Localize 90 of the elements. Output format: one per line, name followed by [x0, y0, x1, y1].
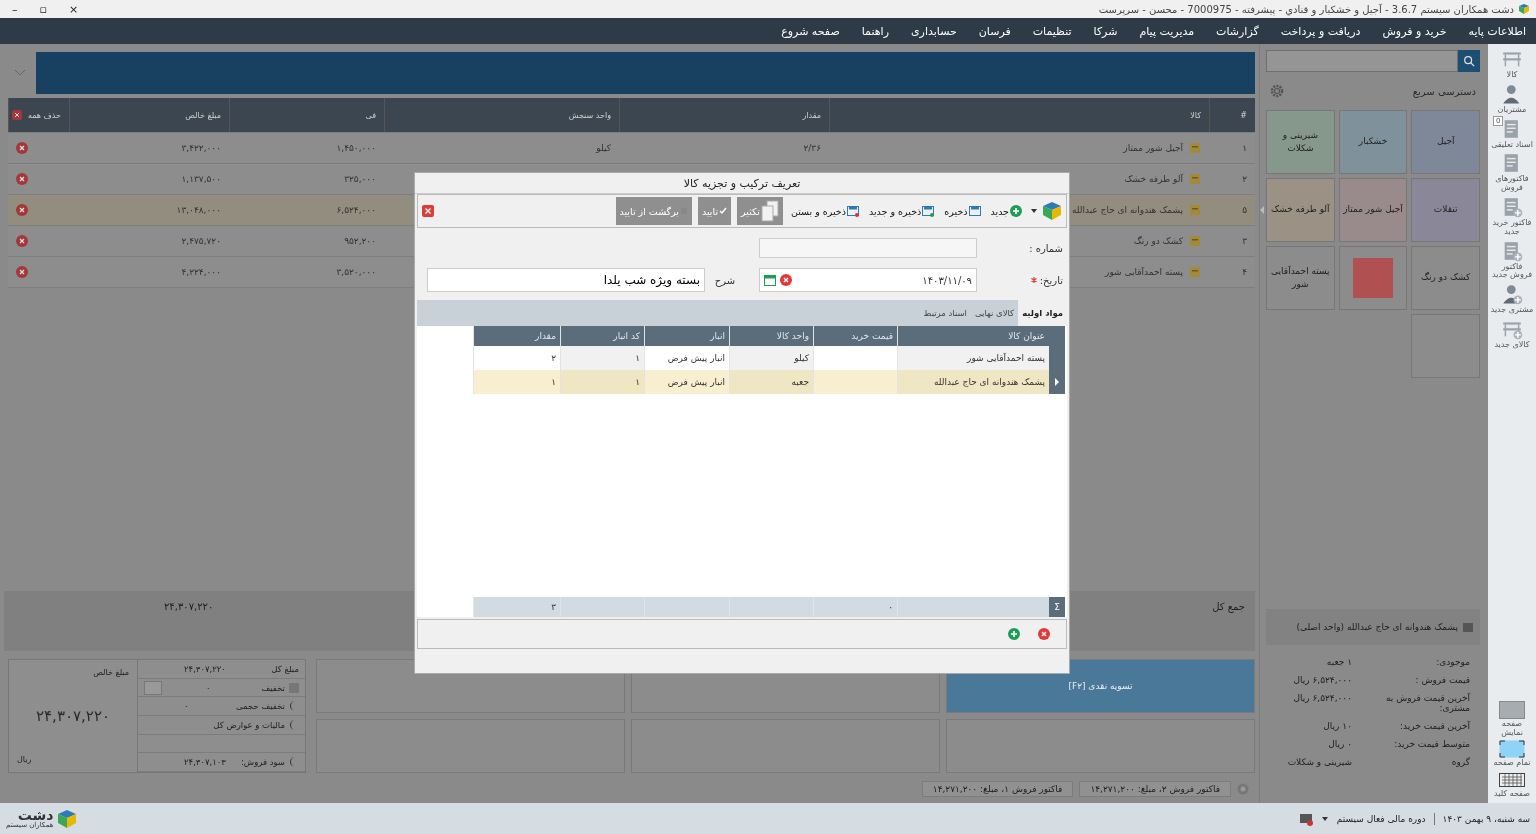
- table-cell-text: ۳,۴۲۲,۰۰۰: [180, 143, 222, 153]
- summary-value: ۰: [205, 682, 211, 693]
- info-value: ۱۰ ریال: [1323, 721, 1352, 731]
- column-header: واحد سنجش: [384, 98, 619, 132]
- field-label: شماره :: [1028, 242, 1063, 254]
- table-cell: ۱: [635, 353, 640, 363]
- summary-label: مالیات و عوارض کل: [213, 719, 285, 730]
- table-cell: ۱: [635, 377, 640, 387]
- sum-symbol: Σ: [1049, 597, 1065, 617]
- table-cell: پشمک هندوانه ای حاج عبدالله: [933, 377, 1045, 387]
- info-label: آخرین قیمت خرید:: [1399, 721, 1470, 731]
- sidebar-label: کالا: [1506, 71, 1518, 80]
- summary-value: ۲۴,۳۰۷,۱۰۳: [183, 757, 226, 768]
- total-cell: ۰: [888, 602, 893, 612]
- field-label: شرح: [713, 274, 737, 286]
- table-cell-text: ۲,۴۷۵,۷۲۰: [180, 236, 222, 246]
- info-value: ۱ جعبه: [1326, 657, 1352, 667]
- table-cell-text: ۳: [1241, 236, 1248, 246]
- info-label: موجودی:: [1435, 657, 1470, 667]
- table-cell-text: ۵: [1241, 205, 1248, 215]
- column-header: #: [1209, 98, 1255, 132]
- table-cell: کیلو: [596, 143, 611, 153]
- table-cell-text: ۳,۵۲۰,۰۰۰: [335, 267, 377, 277]
- item-title: پشمک هندوانه ای حاج عبدالله (واحد اصلی): [1296, 622, 1458, 632]
- column-header: فی: [229, 98, 384, 132]
- table-cell-text: ۳۲۵,۰۰۰: [343, 174, 377, 184]
- sidebar-label: کالای جدید: [1494, 340, 1530, 350]
- table-cell: ۲/۳۶: [803, 143, 821, 153]
- info-label: متوسط قیمت خرید:: [1393, 739, 1470, 749]
- table-cell-text: ۱۳,۰۴۸,۰۰۰: [175, 205, 222, 215]
- sidebar-label: تمام صفحه: [1493, 759, 1531, 769]
- table-cell: کشک دو رنگ: [1133, 236, 1183, 246]
- table-cell: انبار پیش فرض: [667, 353, 725, 363]
- total-value: ۲۴,۳۰۷,۲۲۰: [163, 601, 214, 612]
- info-value: شیرینی و شکلات: [1287, 757, 1352, 767]
- info-label: گروه: [1450, 757, 1470, 767]
- field-label: تاریخ:: [1039, 274, 1063, 286]
- dialog-title: تعریف ترکیب و تجزیه کالا: [415, 173, 1069, 194]
- table-cell: آلو طرفه خشک: [1124, 174, 1183, 184]
- sidebar-label: مشتریان: [1497, 105, 1527, 115]
- table-cell-text: ۲: [1241, 174, 1248, 184]
- table-cell-text: ۶,۵۲۴,۰۰۰: [335, 205, 377, 215]
- table-cell-text: ۴: [1241, 267, 1248, 277]
- table-cell: پشمک هندوانه ای حاج عبدالله: [1071, 205, 1183, 215]
- sidebar-label: صفحه نمایش: [1500, 719, 1524, 738]
- info-value: ۶,۵۲۴,۰۰۰ ریال: [1293, 675, 1352, 685]
- sidebar-label: فاکتور خرید جدید: [1491, 219, 1533, 237]
- table-cell: انبار پیش فرض: [667, 377, 725, 387]
- summary-label: مبلغ کل: [271, 663, 299, 674]
- table-cell-text: ۱,۴۵۰,۰۰۰: [335, 143, 377, 153]
- table-cell: کیلو: [794, 353, 809, 363]
- sidebar-label: فاکتورهای فروش: [1494, 175, 1530, 193]
- sidebar-label: اسناد تعلیقی: [1491, 140, 1533, 150]
- status-date: سه شنبه، ۹ بهمن ۱۴۰۳: [1442, 813, 1530, 824]
- sidebar-label: فاکتور فروش جدید: [1491, 262, 1533, 281]
- total-cell: ۳: [551, 602, 556, 612]
- logo-name: دشت: [16, 808, 54, 822]
- window-title: دشت همکاران سیستم 3.6.7 - آجیل و خشکبار و قنادي - پیشرفته - 7000975 - محسن - سرپرست: [1098, 3, 1514, 15]
- column-header: مبلغ خالص: [69, 98, 229, 132]
- table-cell-text: ۱: [1241, 143, 1248, 153]
- section-title: دسترسی سریع: [1412, 85, 1476, 97]
- info-value: ۶,۵۲۴,۰۰۰ ریال: [1293, 693, 1352, 705]
- table-cell: آجیل شور ممتاز: [1123, 143, 1183, 153]
- table-cell-text: ۴,۲۲۴,۰۰۰: [180, 267, 222, 277]
- column-header: انبار: [644, 326, 729, 346]
- info-value: ۰ ریال: [1328, 739, 1352, 749]
- summary-label: تخفیف: [261, 682, 285, 693]
- table-cell: ۱: [551, 377, 556, 387]
- column-header: کالا: [829, 98, 1209, 132]
- summary-label: مبلغ خالص: [92, 668, 129, 677]
- net-amount: ۲۴,۳۰۷,۲۲۰: [35, 707, 111, 725]
- sidebar-label: مشتری جدید: [1490, 306, 1534, 315]
- table-cell: پسته احمدآقایی شور: [1105, 267, 1183, 277]
- info-label: آخرین قیمت فروش به مشتری:: [1385, 693, 1470, 713]
- column-header: مقدار: [473, 326, 560, 346]
- table-cell: جعبه: [791, 377, 809, 387]
- table-cell-text: ۹۵۲,۲۰۰: [343, 236, 377, 246]
- column-header: مقدار: [619, 98, 829, 132]
- column-header: قیمت خرید: [813, 326, 897, 346]
- table-cell-text: ۱,۱۳۷,۵۰۰: [180, 174, 222, 184]
- total-label: جمع کل: [1212, 601, 1245, 612]
- table-cell: پسته احمدآقایی شور: [967, 353, 1045, 363]
- info-label: قیمت فروش :: [1414, 675, 1470, 685]
- table-cell: ۲: [551, 353, 556, 363]
- summary-label: سود فروش:: [240, 757, 285, 768]
- summary-value: ۰: [183, 701, 189, 712]
- currency-label: ریال: [17, 755, 33, 764]
- summary-value: ۲۴,۳۰۷,۲۲۰: [183, 663, 226, 674]
- sidebar-label: صفحه کلید: [1494, 790, 1530, 799]
- summary-label: تخفیف حجمی: [236, 701, 285, 712]
